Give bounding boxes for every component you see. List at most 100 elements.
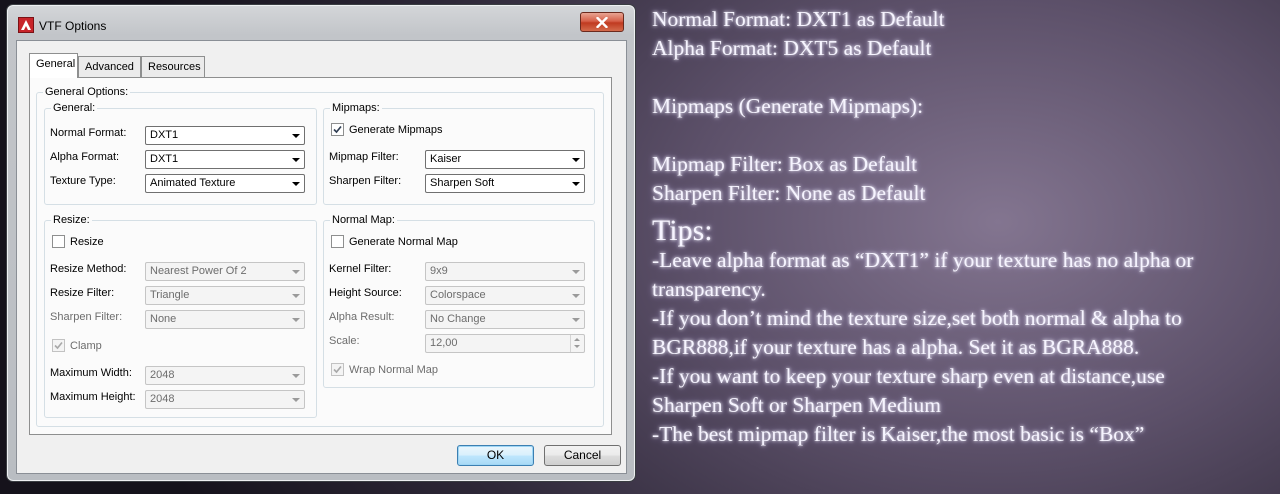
- chevron-down-icon: [292, 134, 300, 138]
- mipmaps-group: Mipmaps: Generate Mipmaps Mipmap Filter:…: [323, 102, 595, 205]
- alpha-format-label: Alpha Format:: [50, 151, 120, 163]
- tab-general[interactable]: General: [29, 53, 78, 78]
- mipmap-filter-value: Kaiser: [430, 153, 462, 165]
- resize-sharpen-filter-select[interactable]: None: [145, 310, 305, 329]
- resize-sharpen-filter-label: Sharpen Filter:: [50, 311, 123, 323]
- max-width-label: Maximum Width:: [50, 367, 132, 379]
- chevron-down-icon: [572, 294, 580, 298]
- mipmap-sharpen-filter-label: Sharpen Filter:: [329, 175, 402, 187]
- normal-map-group: Normal Map: Generate Normal Map Kernel F…: [323, 214, 595, 388]
- clamp-label[interactable]: Clamp: [70, 340, 102, 353]
- mipmap-filter-select[interactable]: Kaiser: [425, 150, 585, 169]
- general-group-label: General:: [51, 102, 98, 114]
- note-normal-format: Normal Format: DXT1 as Default: [652, 7, 945, 31]
- chevron-down-icon: [292, 182, 300, 186]
- tips-heading: Tips:: [652, 214, 713, 247]
- generate-normal-map-label[interactable]: Generate Normal Map: [349, 236, 458, 249]
- tip-line: -If you don’t mind the texture size,set …: [652, 306, 1182, 330]
- kernel-filter-select[interactable]: 9x9: [425, 262, 585, 281]
- checkmark-icon: [54, 341, 63, 350]
- max-width-select[interactable]: 2048: [145, 366, 305, 385]
- resize-filter-select[interactable]: Triangle: [145, 286, 305, 305]
- note-sharpen-filter: Sharpen Filter: None as Default: [652, 181, 926, 205]
- spinner-buttons[interactable]: [570, 335, 584, 352]
- spin-up-icon: [574, 338, 580, 341]
- tab-advanced[interactable]: Advanced: [78, 56, 141, 77]
- normal-format-select[interactable]: DXT1: [145, 126, 305, 145]
- height-source-select[interactable]: Colorspace: [425, 286, 585, 305]
- tab-resources[interactable]: Resources: [141, 56, 205, 77]
- title-bar[interactable]: VTF Options: [7, 5, 635, 41]
- chevron-down-icon: [292, 398, 300, 402]
- vtf-app-icon: [18, 17, 34, 33]
- texture-type-label: Texture Type:: [50, 175, 116, 187]
- chevron-down-icon: [572, 158, 580, 162]
- kernel-filter-label: Kernel Filter:: [329, 263, 392, 275]
- texture-type-select[interactable]: Animated Texture: [145, 174, 305, 193]
- kernel-filter-value: 9x9: [430, 265, 448, 277]
- generate-mipmaps-checkbox[interactable]: [331, 123, 344, 136]
- max-height-select[interactable]: 2048: [145, 390, 305, 409]
- alpha-format-value: DXT1: [150, 153, 179, 165]
- max-height-label: Maximum Height:: [50, 391, 136, 403]
- tips-annotation: Normal Format: DXT1 as Default Alpha For…: [652, 5, 1272, 449]
- alpha-format-select[interactable]: DXT1: [145, 150, 305, 169]
- alpha-result-select[interactable]: No Change: [425, 310, 585, 329]
- wrap-normal-map-label[interactable]: Wrap Normal Map: [349, 364, 438, 377]
- max-width-value: 2048: [150, 369, 175, 381]
- generate-normal-map-checkbox[interactable]: [331, 235, 344, 248]
- close-button[interactable]: [580, 12, 624, 32]
- tip-line: -The best mipmap filter is Kaiser,the mo…: [652, 422, 1145, 446]
- wrap-normal-map-checkbox[interactable]: [331, 363, 344, 376]
- height-source-label: Height Source:: [329, 287, 402, 299]
- tip-line: transparency.: [652, 277, 766, 301]
- general-options-label: General Options:: [43, 86, 131, 98]
- checkmark-icon: [333, 125, 342, 134]
- scale-value: 12,00: [430, 337, 458, 349]
- scale-spinner[interactable]: 12,00: [425, 334, 585, 353]
- normal-format-label: Normal Format:: [50, 127, 127, 139]
- tip-line: Sharpen Soft or Sharpen Medium: [652, 393, 942, 417]
- resize-method-label: Resize Method:: [50, 263, 127, 275]
- chevron-down-icon: [292, 374, 300, 378]
- tip-line: BGR888,if your texture has a alpha. Set …: [652, 335, 1140, 359]
- height-source-value: Colorspace: [430, 289, 486, 301]
- resize-method-select[interactable]: Nearest Power Of 2: [145, 262, 305, 281]
- scale-label: Scale:: [329, 335, 360, 347]
- close-icon: [596, 17, 608, 28]
- note-mipmaps: Mipmaps (Generate Mipmaps):: [652, 94, 924, 118]
- resize-group-label: Resize:: [51, 214, 92, 226]
- cancel-button[interactable]: Cancel: [544, 445, 621, 466]
- resize-checkbox[interactable]: [52, 235, 65, 248]
- vtf-options-window: VTF Options General Advanced Resources G…: [6, 4, 636, 482]
- resize-group: Resize: Resize Resize Method: Nearest Po…: [44, 214, 317, 418]
- chevron-down-icon: [292, 270, 300, 274]
- window-title: VTF Options: [39, 19, 107, 33]
- general-options-group: General Options: General: Normal Format:…: [36, 86, 604, 427]
- general-group: General: Normal Format: DXT1 Alpha Forma…: [44, 102, 317, 205]
- mipmap-sharpen-filter-value: Sharpen Soft: [430, 177, 495, 189]
- mipmaps-group-label: Mipmaps:: [330, 102, 382, 114]
- checkmark-icon: [333, 365, 342, 374]
- general-tab-panel: General Options: General: Normal Format:…: [29, 77, 612, 435]
- normal-format-value: DXT1: [150, 129, 179, 141]
- tip-line: -If you want to keep your texture sharp …: [652, 364, 1165, 388]
- tip-line: -Leave alpha format as “DXT1” if your te…: [652, 248, 1194, 272]
- texture-type-value: Animated Texture: [150, 177, 236, 189]
- chevron-down-icon: [292, 158, 300, 162]
- chevron-down-icon: [572, 318, 580, 322]
- normal-map-group-label: Normal Map:: [330, 214, 397, 226]
- chevron-down-icon: [572, 270, 580, 274]
- chevron-down-icon: [292, 318, 300, 322]
- ok-button[interactable]: OK: [457, 445, 534, 466]
- dialog-client: General Advanced Resources General Optio…: [16, 40, 627, 474]
- resize-checkbox-label[interactable]: Resize: [70, 236, 104, 249]
- note-alpha-format: Alpha Format: DXT5 as Default: [652, 36, 932, 60]
- note-mipmap-filter: Mipmap Filter: Box as Default: [652, 152, 918, 176]
- generate-mipmaps-label[interactable]: Generate Mipmaps: [349, 124, 443, 137]
- clamp-checkbox[interactable]: [52, 339, 65, 352]
- alpha-result-value: No Change: [430, 313, 486, 325]
- spin-down-icon: [574, 345, 580, 348]
- mipmap-sharpen-filter-select[interactable]: Sharpen Soft: [425, 174, 585, 193]
- chevron-down-icon: [572, 182, 580, 186]
